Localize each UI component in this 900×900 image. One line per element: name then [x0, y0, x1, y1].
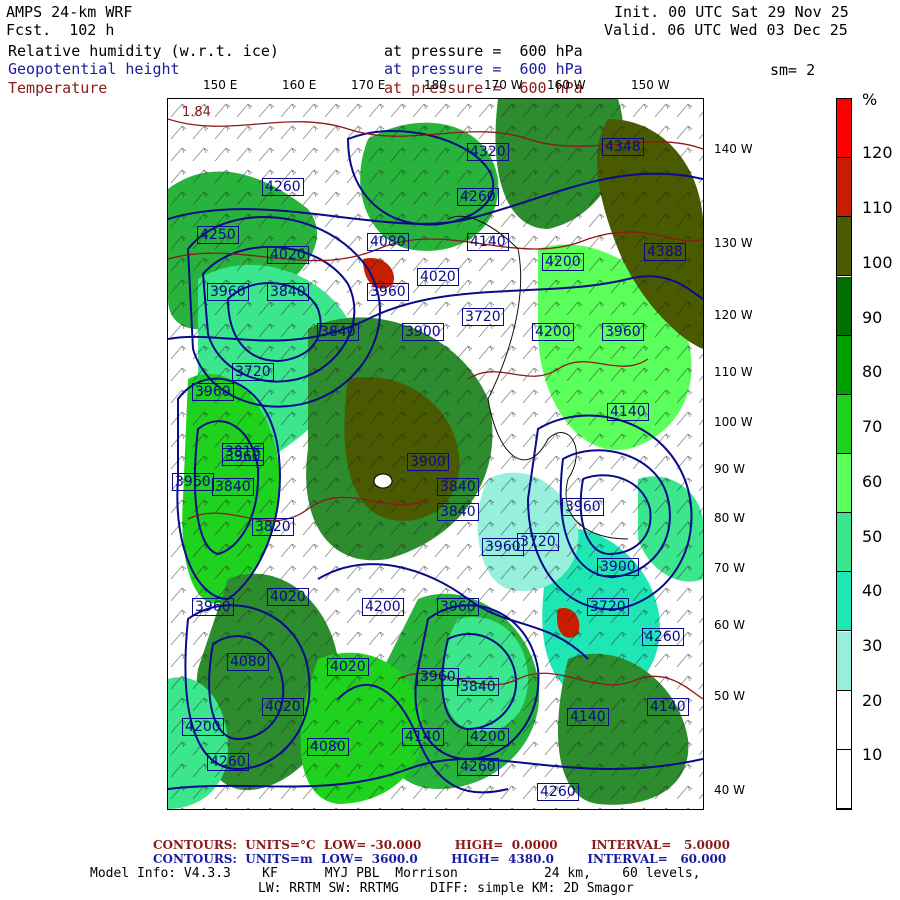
model-title: AMPS 24-km WRF	[6, 3, 133, 21]
weather-map: 1.84	[167, 98, 704, 810]
colorbar-label: 110	[862, 198, 893, 217]
colorbar-label: 30	[862, 636, 883, 655]
model-info: Model Info: V4.3.3 KF MYJ PBL Morrison 2…	[90, 866, 701, 881]
lon-label-right: 50 W	[714, 689, 745, 703]
lon-label-right: 110 W	[714, 365, 753, 379]
pressure-rh: at pressure = 600 hPa	[384, 42, 583, 60]
lon-label-right: 60 W	[714, 618, 745, 632]
colorbar-label: 80	[862, 362, 883, 381]
colorbar-label: 60	[862, 472, 883, 491]
colorbar-label: 20	[862, 691, 883, 710]
smoothing-label: sm= 2	[770, 61, 816, 79]
lon-label-right: 90 W	[714, 462, 745, 476]
height-contour-info: CONTOURS: UNITS=m LOW= 3600.0 HIGH= 4380…	[153, 852, 727, 866]
colorbar-segment	[837, 394, 851, 454]
lon-label-right: 40 W	[714, 783, 745, 797]
model-info-physics: LW: RRTM SW: RRTMG DIFF: simple KM: 2D S…	[258, 881, 634, 896]
colorbar-label: 120	[862, 143, 893, 162]
colorbar-unit: %	[862, 90, 878, 109]
init-time: Init. 00 UTC Sat 29 Nov 25	[614, 3, 849, 21]
colorbar-segment	[837, 158, 851, 218]
colorbar-label: 40	[862, 581, 883, 600]
colorbar-segment	[837, 99, 851, 159]
lon-label-top: 180	[424, 78, 447, 92]
lon-label-right: 120 W	[714, 308, 753, 322]
colorbar	[836, 98, 852, 810]
colorbar-label: 90	[862, 308, 883, 327]
colorbar-segment	[837, 631, 851, 691]
colorbar-segment	[837, 513, 851, 573]
field-rh-label: Relative humidity (w.r.t. ice)	[8, 42, 279, 60]
lon-label-top: 170 E	[351, 78, 386, 92]
lon-label-right: 130 W	[714, 236, 753, 250]
colorbar-segment	[837, 572, 851, 632]
field-height-label: Geopotential height	[8, 60, 180, 78]
colorbar-label: 100	[862, 253, 893, 272]
lon-label-right: 140 W	[714, 142, 753, 156]
valid-time: Valid. 06 UTC Wed 03 Dec 25	[604, 21, 848, 39]
forecast-hour: Fcst. 102 h	[6, 21, 115, 39]
map-svg	[168, 99, 703, 809]
pressure-height: at pressure = 600 hPa	[384, 60, 583, 78]
lon-label-top: 150 W	[631, 78, 670, 92]
temp-contour-info: CONTOURS: UNITS=°C LOW= -30.000 HIGH= 0.…	[153, 838, 730, 852]
lon-label-top: 160 W	[547, 78, 586, 92]
field-temp-label: Temperature	[8, 79, 108, 97]
low-rh-spot	[373, 473, 393, 489]
colorbar-segment	[837, 217, 851, 277]
colorbar-label: 10	[862, 745, 883, 764]
colorbar-segment	[837, 276, 851, 336]
lon-label-right: 70 W	[714, 561, 745, 575]
colorbar-segment	[837, 335, 851, 395]
lon-label-top: 150 E	[203, 78, 238, 92]
colorbar-segment	[837, 690, 851, 750]
corner-value: 1.84	[182, 105, 211, 120]
lon-label-right: 80 W	[714, 511, 745, 525]
colorbar-segment	[837, 454, 851, 514]
lon-label-top: 170 W	[484, 78, 523, 92]
colorbar-segment	[837, 749, 851, 809]
colorbar-label: 70	[862, 417, 883, 436]
lon-label-top: 160 E	[282, 78, 317, 92]
lon-label-right: 100 W	[714, 415, 753, 429]
colorbar-label: 50	[862, 527, 883, 546]
